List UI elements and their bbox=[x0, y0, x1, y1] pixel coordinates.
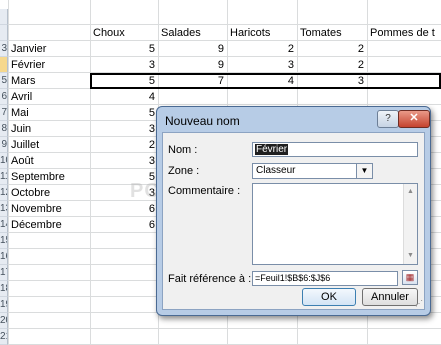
value-cell[interactable]: 3 bbox=[90, 121, 158, 137]
refers-to-label: Fait référence à : bbox=[168, 273, 252, 285]
value-cell[interactable]: 3 bbox=[90, 185, 158, 201]
range-select-icon[interactable]: ▦ bbox=[402, 270, 418, 285]
month-cell[interactable]: Septembre bbox=[8, 169, 90, 185]
value-cell[interactable]: 3 bbox=[90, 153, 158, 169]
comment-textarea[interactable]: ▲ ▼ bbox=[252, 183, 418, 265]
name-input[interactable]: Février bbox=[252, 142, 418, 157]
month-cell[interactable]: Octobre bbox=[8, 185, 90, 201]
row-header[interactable]: 12 bbox=[0, 185, 8, 201]
zone-select-value: Classeur bbox=[256, 165, 296, 176]
refers-to-value: =Feuil1!$B$6:$J$6 bbox=[255, 273, 331, 283]
value-cell[interactable] bbox=[297, 89, 367, 105]
row-header[interactable]: 16 bbox=[0, 249, 8, 265]
selected-range-outline bbox=[90, 73, 441, 89]
month-cell[interactable]: Juin bbox=[8, 121, 90, 137]
row-header[interactable]: 21 bbox=[0, 329, 8, 345]
row-header[interactable]: 3 bbox=[0, 41, 8, 57]
row-header[interactable]: 11 bbox=[0, 169, 8, 185]
row-header[interactable]: 10 bbox=[0, 153, 8, 169]
value-cell[interactable]: 5 bbox=[90, 41, 158, 57]
value-cell[interactable]: 2 bbox=[90, 137, 158, 153]
resize-grip-icon[interactable]: ⋰ bbox=[415, 300, 423, 308]
month-cell[interactable]: Juillet bbox=[8, 137, 90, 153]
value-cell[interactable]: 2 bbox=[297, 41, 367, 57]
row-header[interactable]: 19 bbox=[0, 297, 8, 313]
scroll-down-icon[interactable]: ▼ bbox=[404, 250, 417, 262]
row-header[interactable]: 18 bbox=[0, 281, 8, 297]
zone-select[interactable]: Classeur ▼ bbox=[252, 163, 373, 179]
value-cell[interactable]: 3 bbox=[90, 57, 158, 73]
table-row[interactable] bbox=[8, 329, 441, 345]
column-header-cell[interactable]: Haricots bbox=[227, 25, 297, 41]
column-header-cell[interactable]: Choux bbox=[90, 25, 158, 41]
value-cell[interactable]: 6 bbox=[90, 201, 158, 217]
help-button[interactable]: ? bbox=[377, 110, 399, 128]
scroll-up-icon[interactable]: ▲ bbox=[404, 186, 417, 198]
name-label: Nom : bbox=[168, 144, 198, 156]
month-cell[interactable]: Août bbox=[8, 153, 90, 169]
row-header[interactable]: 13 bbox=[0, 201, 8, 217]
value-cell[interactable] bbox=[367, 89, 441, 105]
value-cell[interactable]: 5 bbox=[90, 169, 158, 185]
comment-label: Commentaire : bbox=[168, 185, 241, 197]
dialog-body: Nom : Février Zone : Classeur ▼ Commenta… bbox=[162, 132, 425, 310]
chevron-down-icon[interactable]: ▼ bbox=[356, 164, 372, 178]
row-header[interactable] bbox=[0, 57, 8, 73]
comment-scrollbar[interactable]: ▲ ▼ bbox=[403, 184, 417, 264]
value-cell[interactable] bbox=[158, 89, 227, 105]
value-cell[interactable]: 9 bbox=[158, 41, 227, 57]
month-cell[interactable]: Février bbox=[8, 57, 90, 73]
column-header-cell[interactable]: Salades bbox=[158, 25, 227, 41]
value-cell[interactable]: 5 bbox=[90, 105, 158, 121]
row-header[interactable]: 20 bbox=[0, 313, 8, 329]
value-cell[interactable]: 2 bbox=[297, 57, 367, 73]
row-header[interactable]: 9 bbox=[0, 137, 8, 153]
value-cell[interactable]: 2 bbox=[227, 41, 297, 57]
refers-to-input[interactable]: =Feuil1!$B$6:$J$6 bbox=[252, 271, 398, 286]
close-button[interactable]: ✕ bbox=[398, 110, 430, 128]
value-cell[interactable]: 9 bbox=[158, 57, 227, 73]
name-input-value: Février bbox=[255, 144, 289, 155]
row-header[interactable]: 8 bbox=[0, 121, 8, 137]
column-header-cell[interactable] bbox=[8, 25, 90, 41]
value-cell[interactable] bbox=[367, 41, 441, 57]
month-cell[interactable]: Décembre bbox=[8, 217, 90, 233]
month-cell[interactable]: Janvier bbox=[8, 41, 90, 57]
column-header-cell[interactable]: Tomates bbox=[297, 25, 367, 41]
value-cell[interactable]: 4 bbox=[90, 89, 158, 105]
cancel-button[interactable]: Annuler bbox=[362, 288, 418, 306]
new-name-dialog: Nouveau nom ? ✕ Nom : Février Zone : Cla… bbox=[156, 106, 431, 316]
dialog-title: Nouveau nom bbox=[165, 114, 240, 128]
month-cell[interactable]: Novembre bbox=[8, 201, 90, 217]
month-cell[interactable]: Avril bbox=[8, 89, 90, 105]
row-header[interactable]: 14 bbox=[0, 217, 8, 233]
value-cell[interactable] bbox=[367, 57, 441, 73]
row-header[interactable]: 6 bbox=[0, 89, 8, 105]
month-cell[interactable]: Mars bbox=[8, 73, 90, 89]
zone-label: Zone : bbox=[168, 165, 200, 177]
row-header[interactable] bbox=[0, 9, 8, 25]
value-cell[interactable] bbox=[227, 89, 297, 105]
column-header-cell[interactable]: Pommes de t bbox=[367, 25, 441, 41]
value-cell[interactable]: 3 bbox=[227, 57, 297, 73]
month-cell[interactable]: Mai bbox=[8, 105, 90, 121]
row-header[interactable]: 15 bbox=[0, 233, 8, 249]
row-header[interactable]: 17 bbox=[0, 265, 8, 281]
table-row[interactable] bbox=[8, 9, 441, 25]
row-header[interactable] bbox=[0, 25, 8, 41]
ok-button[interactable]: OK bbox=[302, 288, 356, 306]
dialog-titlebar[interactable]: Nouveau nom ? ✕ bbox=[157, 107, 430, 131]
row-header[interactable]: 5 bbox=[0, 73, 8, 89]
value-cell[interactable]: 6 bbox=[90, 217, 158, 233]
row-header[interactable]: 7 bbox=[0, 105, 8, 121]
